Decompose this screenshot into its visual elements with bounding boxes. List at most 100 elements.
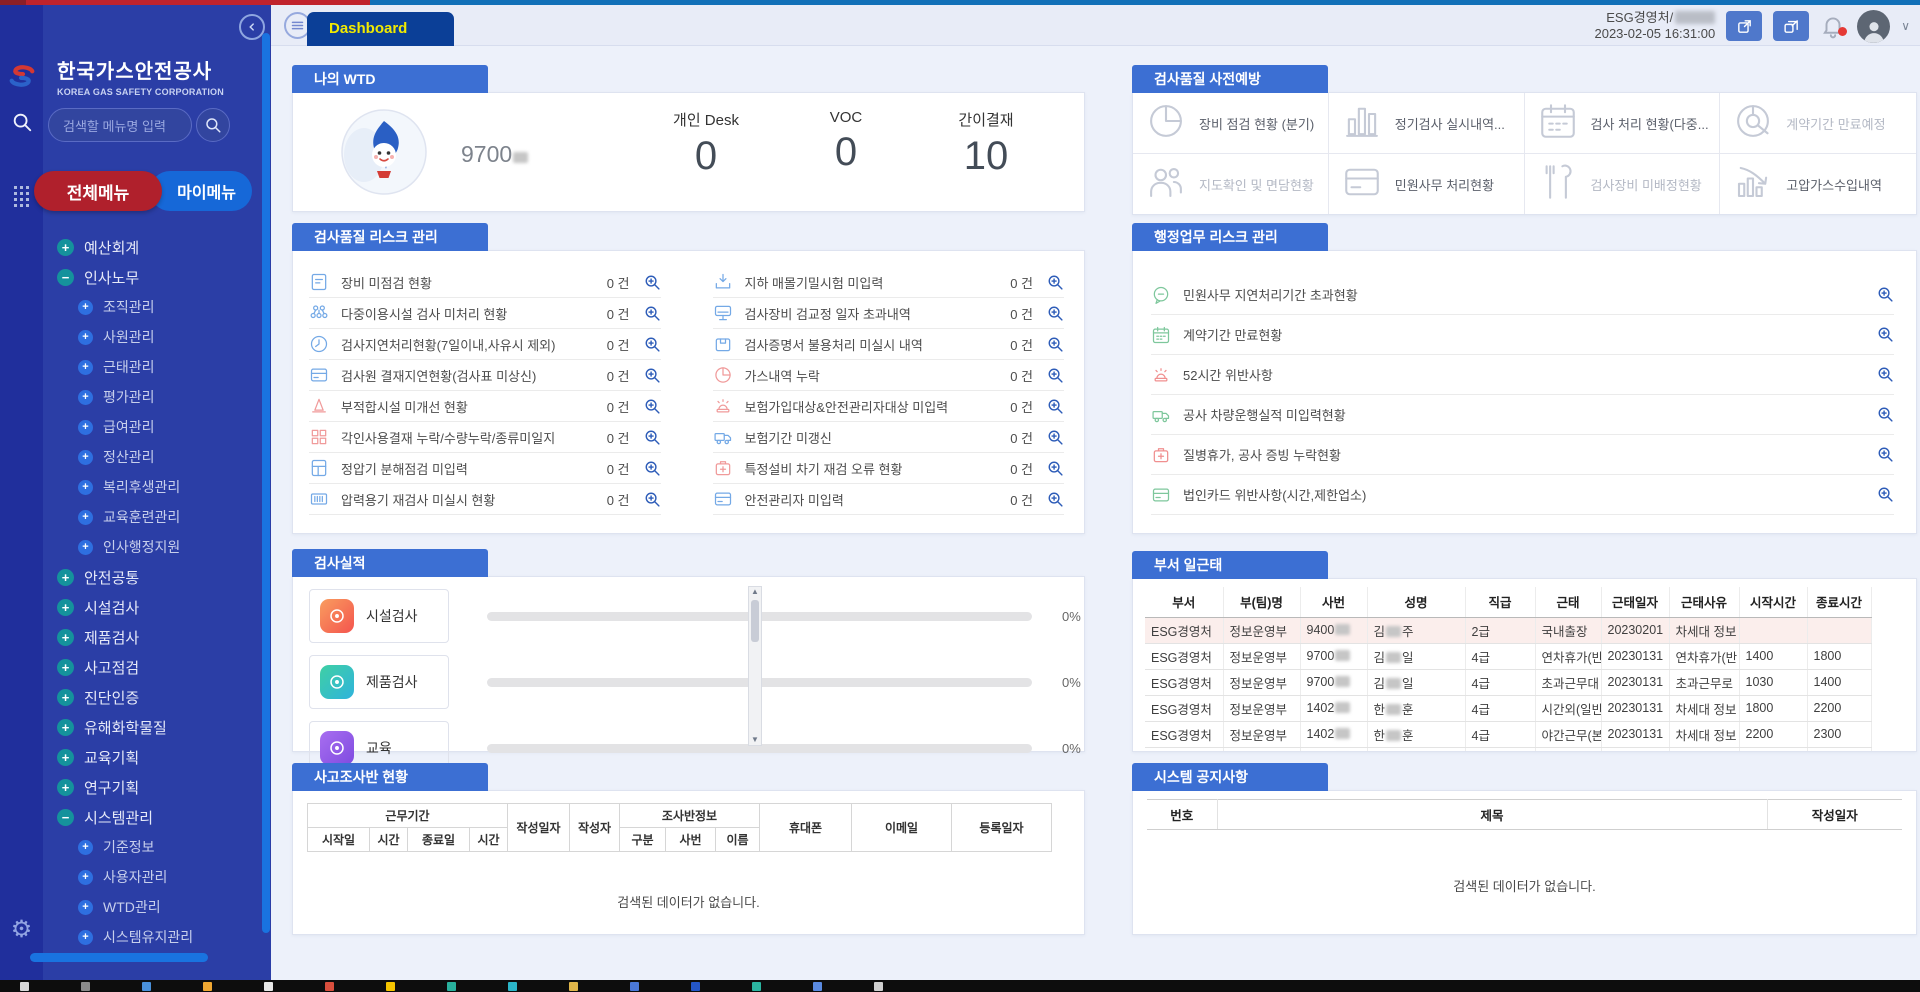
sidebar-item-유해화학물질[interactable]: +유해화학물질	[0, 712, 259, 742]
taskbar-icon[interactable]	[142, 982, 151, 991]
open-window-button[interactable]	[1726, 11, 1762, 41]
prevention-cell-0[interactable]: 장비 점검 현황 (분기)	[1133, 93, 1329, 154]
table-row[interactable]: ESG경영처정보운영부1402한훈4급연차휴가20230202연차휴가	[1145, 747, 1871, 751]
sidebar-item-사원관리[interactable]: +사원관리	[0, 322, 259, 352]
magnifier-icon[interactable]	[644, 429, 661, 446]
result-category-button[interactable]: 제품검사	[309, 655, 449, 709]
sidebar-item-정산관리[interactable]: +정산관리	[0, 442, 259, 472]
magnifier-icon[interactable]	[1877, 366, 1894, 383]
magnifier-icon[interactable]	[1047, 367, 1064, 384]
magnifier-icon[interactable]	[1047, 429, 1064, 446]
sidebar-item-진단인증[interactable]: +진단인증	[0, 682, 259, 712]
taskbar-icon[interactable]	[508, 982, 517, 991]
sidebar-item-예산회계[interactable]: +예산회계	[0, 232, 259, 262]
risk-item-count: 0 건	[1010, 335, 1033, 354]
magnifier-icon[interactable]	[644, 491, 661, 508]
prevention-cell-2[interactable]: 검사 처리 현황(다중...	[1525, 93, 1721, 154]
table-row[interactable]: ESG경영처정보운영부9700김일4급연차휴가(반20230131연차휴가(반1…	[1145, 643, 1871, 669]
sidebar-item-교육훈련관리[interactable]: +교육훈련관리	[0, 502, 259, 532]
stat-label: VOC	[800, 109, 892, 126]
avatar[interactable]	[1857, 10, 1890, 43]
menu-search-button[interactable]	[196, 108, 230, 142]
sidebar-item-인사노무[interactable]: −인사노무	[0, 262, 259, 292]
prevention-cell-4[interactable]: 지도확인 및 면담현황	[1133, 154, 1329, 214]
rail-search-icon[interactable]	[0, 111, 43, 138]
sidebar-item-연구기획[interactable]: +연구기획	[0, 772, 259, 802]
sidebar-item-제품검사[interactable]: +제품검사	[0, 622, 259, 652]
magnifier-icon[interactable]	[644, 305, 661, 322]
result-category-button[interactable]: 시설검사	[309, 589, 449, 643]
risk-item-label: 안전관리자 미입력	[745, 490, 1003, 509]
magnifier-icon[interactable]	[1047, 460, 1064, 477]
taskbar-icon[interactable]	[386, 982, 395, 991]
taskbar-icon[interactable]	[752, 982, 761, 991]
taskbar-icon[interactable]	[81, 982, 90, 991]
chevron-down-icon[interactable]: ∨	[1901, 19, 1910, 33]
taskbar-icon[interactable]	[203, 982, 212, 991]
magnifier-icon[interactable]	[1047, 274, 1064, 291]
sidebar-item-교육기획[interactable]: +교육기획	[0, 742, 259, 772]
magnifier-icon[interactable]	[1877, 486, 1894, 503]
empty-message: 검색된 데이터가 없습니다.	[293, 892, 1084, 911]
sidebar-item-급여관리[interactable]: +급여관리	[0, 412, 259, 442]
sidebar-item-복리후생관리[interactable]: +복리후생관리	[0, 472, 259, 502]
tab-all-menu[interactable]: 전체메뉴	[34, 171, 162, 211]
sidebar-item-사고점검[interactable]: +사고점검	[0, 652, 259, 682]
taskbar-icon[interactable]	[874, 982, 883, 991]
taskbar-icon[interactable]	[630, 982, 639, 991]
sidebar-item-시설검사[interactable]: +시설검사	[0, 592, 259, 622]
taskbar-icon[interactable]	[264, 982, 273, 991]
open-multi-window-button[interactable]	[1773, 11, 1809, 41]
magnifier-icon[interactable]	[1047, 398, 1064, 415]
prevention-cell-7[interactable]: 고압가스수입내역	[1720, 154, 1916, 214]
table-row[interactable]: ESG경영처정보운영부9400김주2급국내출장20230201차세대 정보	[1145, 617, 1871, 643]
magnifier-icon[interactable]	[644, 460, 661, 477]
sidebar-item-안전공통[interactable]: +안전공통	[0, 562, 259, 592]
magnifier-icon[interactable]	[644, 398, 661, 415]
sidebar-item-조직관리[interactable]: +조직관리	[0, 292, 259, 322]
table-row[interactable]: ESG경영처정보운영부1402한훈4급야간근무(본20230131차세대 정보2…	[1145, 721, 1871, 747]
magnifier-icon[interactable]	[1877, 326, 1894, 343]
menu-search-input[interactable]: 검색할 메뉴명 입력	[48, 108, 192, 142]
sidebar-item-사용자관리[interactable]: +사용자관리	[0, 862, 259, 892]
taskbar-icon[interactable]	[325, 982, 334, 991]
prevention-cell-3[interactable]: 계약기간 만료예정	[1720, 93, 1916, 154]
prevention-cell-5[interactable]: 민원사무 처리현황	[1329, 154, 1525, 214]
sidebar-item-시스템관리[interactable]: −시스템관리	[0, 802, 259, 832]
monitor-icon	[713, 302, 735, 324]
windows-taskbar[interactable]	[0, 980, 1920, 992]
magnifier-icon[interactable]	[644, 274, 661, 291]
taskbar-icon[interactable]	[813, 982, 822, 991]
taskbar-icon[interactable]	[20, 982, 29, 991]
risk-item-label: 특정설비 차기 재검 오류 현황	[745, 459, 1003, 478]
sidebar-vertical-scrollbar[interactable]	[262, 33, 270, 933]
notification-bell-icon[interactable]	[1820, 13, 1846, 39]
sidebar-item-인사행정지원[interactable]: +인사행정지원	[0, 532, 259, 562]
magnifier-icon[interactable]	[644, 367, 661, 384]
sidebar-item-시스템유지관리[interactable]: +시스템유지관리	[0, 922, 259, 950]
cal-icon	[1537, 100, 1579, 147]
magnifier-icon[interactable]	[1047, 336, 1064, 353]
sidebar-horizontal-scrollbar[interactable]	[30, 953, 208, 962]
magnifier-icon[interactable]	[1877, 406, 1894, 423]
taskbar-icon[interactable]	[569, 982, 578, 991]
table-row[interactable]: ESG경영처정보운영부9700김일4급초과근무대20230131초과근무로103…	[1145, 669, 1871, 695]
table-row[interactable]: ESG경영처정보운영부1402한훈4급시간외(일반20230131차세대 정보1…	[1145, 695, 1871, 721]
taskbar-icon[interactable]	[447, 982, 456, 991]
taskbar-icon[interactable]	[691, 982, 700, 991]
sidebar-item-기준정보[interactable]: +기준정보	[0, 832, 259, 862]
sidebar-item-근태관리[interactable]: +근태관리	[0, 352, 259, 382]
sidebar-item-평가관리[interactable]: +평가관리	[0, 382, 259, 412]
magnifier-icon[interactable]	[1047, 305, 1064, 322]
attendance-scrollbar[interactable]: ▲▼	[748, 586, 762, 746]
result-label: 제품검사	[366, 672, 418, 692]
magnifier-icon[interactable]	[1877, 286, 1894, 303]
prevention-cell-1[interactable]: 정기검사 실시내역...	[1329, 93, 1525, 154]
magnifier-icon[interactable]	[644, 336, 661, 353]
magnifier-icon[interactable]	[1877, 446, 1894, 463]
sidebar-item-WTD관리[interactable]: +WTD관리	[0, 892, 259, 922]
prevention-cell-6[interactable]: 검사장비 미배정현황	[1525, 154, 1721, 214]
magnifier-icon[interactable]	[1047, 491, 1064, 508]
tab-dashboard[interactable]: Dashboard	[307, 12, 454, 46]
tab-my-menu[interactable]: 마이메뉴	[150, 171, 252, 211]
